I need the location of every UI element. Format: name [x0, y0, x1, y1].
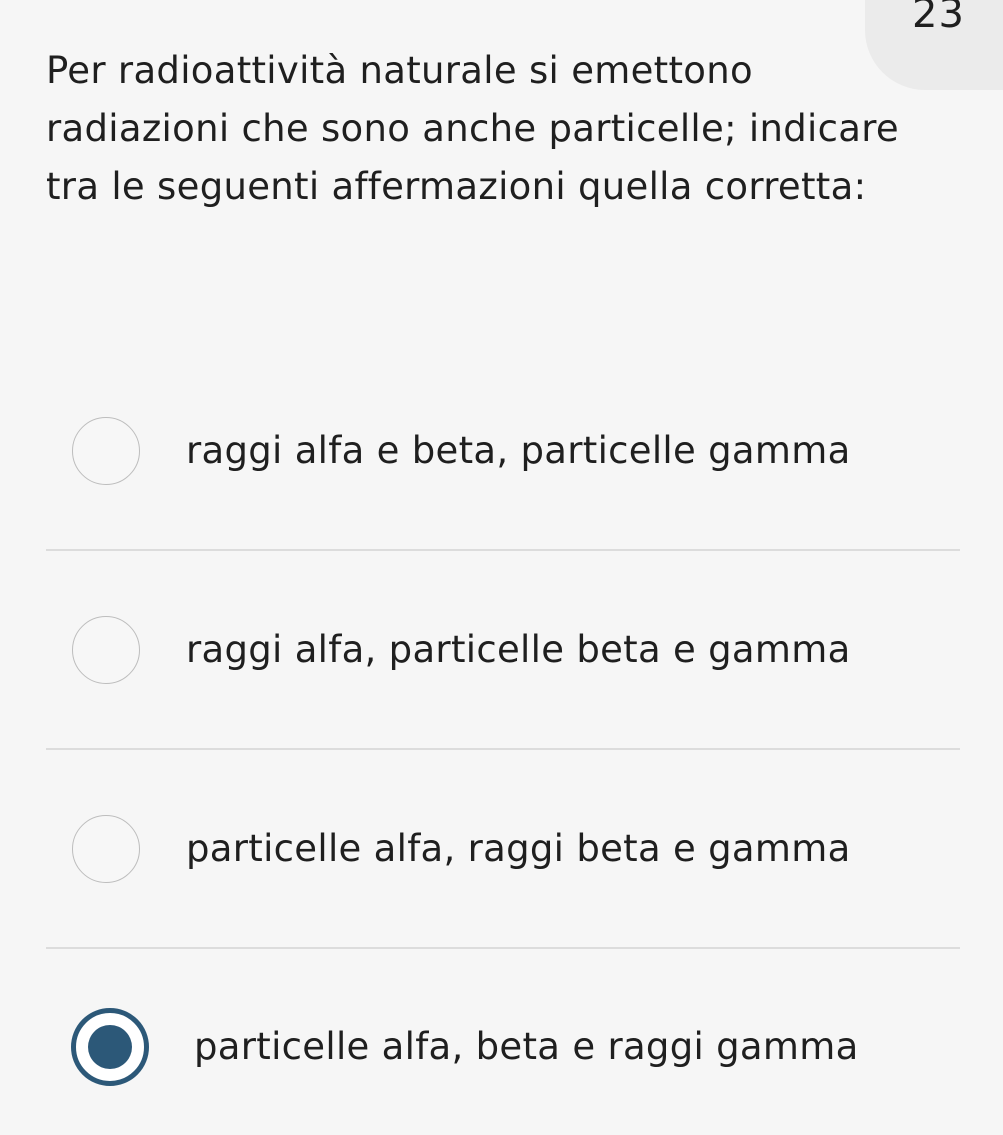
- radio-button-selected[interactable]: [71, 1008, 149, 1086]
- radio-button-unselected[interactable]: [72, 616, 140, 684]
- option-1[interactable]: raggi alfa e beta, particelle gamma: [0, 402, 1003, 502]
- divider: [46, 947, 960, 949]
- option-label[interactable]: particelle alfa, beta e raggi gamma: [194, 1024, 859, 1070]
- option-label[interactable]: particelle alfa, raggi beta e gamma: [186, 826, 851, 872]
- divider: [46, 748, 960, 750]
- question-text: Per radioattività naturale si emettono r…: [46, 49, 899, 208]
- question-number: 23: [912, 0, 965, 37]
- option-label[interactable]: raggi alfa, particelle beta e gamma: [186, 627, 851, 673]
- option-4[interactable]: particelle alfa, beta e raggi gamma: [0, 998, 1003, 1098]
- option-label[interactable]: raggi alfa e beta, particelle gamma: [186, 428, 851, 474]
- radio-button-unselected[interactable]: [72, 417, 140, 485]
- option-2[interactable]: raggi alfa, particelle beta e gamma: [0, 601, 1003, 701]
- radio-selected-dot-icon: [88, 1025, 132, 1069]
- divider: [46, 549, 960, 551]
- radio-button-unselected[interactable]: [72, 815, 140, 883]
- option-3[interactable]: particelle alfa, raggi beta e gamma: [0, 800, 1003, 900]
